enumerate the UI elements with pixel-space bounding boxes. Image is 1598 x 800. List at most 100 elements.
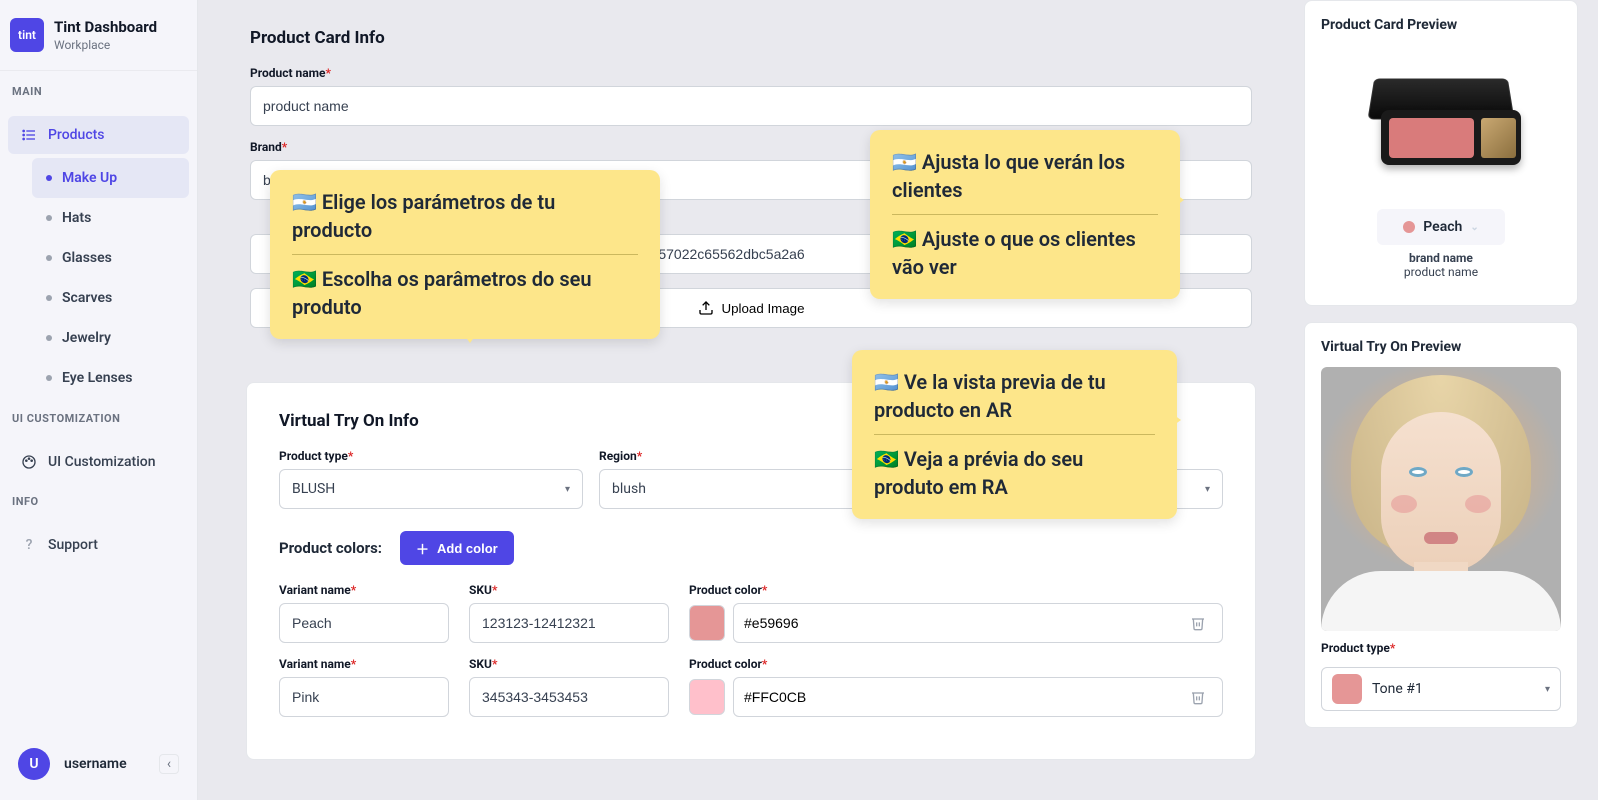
tone-swatch [1332, 674, 1362, 704]
variant-name-label: Variant name* [279, 657, 449, 671]
annotation-line: 🇦🇷 Ve la vista previa de tu producto en … [874, 368, 1155, 424]
avatar[interactable]: U [18, 748, 50, 780]
annotation-line: 🇧🇷 Ajuste o que os clientes vão ver [892, 225, 1158, 281]
variant-name-input[interactable] [279, 603, 449, 643]
tone-value: Tone #1 [1372, 681, 1535, 697]
bullet-icon [46, 375, 52, 381]
select-value: blush [612, 481, 646, 497]
product-colors-label: Product colors: [279, 539, 382, 557]
sku-input[interactable] [469, 603, 669, 643]
variant-name-label: Variant name* [279, 583, 449, 597]
annotation-params: 🇦🇷 Elige los parámetros de tu producto 🇧… [270, 170, 660, 339]
chip-dot-icon [1403, 221, 1415, 233]
plus-icon: ＋ [416, 539, 429, 558]
bullet-icon [46, 215, 52, 221]
sidebar-footer: U username ‹ [0, 736, 197, 792]
nav-ui-customization[interactable]: UI Customization [8, 443, 189, 481]
delete-variant-button[interactable] [1184, 689, 1212, 705]
chevron-down-icon: ▾ [1205, 484, 1210, 495]
chip-label: Peach [1423, 219, 1462, 235]
upload-icon [698, 300, 714, 316]
tone-select[interactable]: Tone #1 ▾ [1321, 667, 1561, 711]
color-hex-input[interactable] [744, 689, 1184, 705]
product-name-label: Product name* [250, 66, 1252, 80]
sub-eyelenses[interactable]: Eye Lenses [32, 358, 189, 398]
sidebar-header: tint Tint Dashboard Workplace [0, 0, 197, 71]
section-ui: UI CUSTOMIZATION [0, 398, 197, 433]
list-icon [20, 126, 38, 144]
color-swatch[interactable] [689, 605, 725, 641]
nav-ui-label: UI Customization [48, 454, 156, 470]
section-info: INFO [0, 481, 197, 516]
product-color-label: Product color* [689, 583, 1223, 597]
sub-jewelry[interactable]: Jewelry [32, 318, 189, 358]
bullet-icon [46, 295, 52, 301]
product-type-label: Product type* [279, 449, 583, 463]
sidebar: tint Tint Dashboard Workplace MAIN Produ… [0, 0, 198, 800]
palette-icon [20, 453, 38, 471]
sub-label: Make Up [62, 170, 117, 186]
preview-title: Product Card Preview [1321, 17, 1561, 33]
annotation-line: 🇧🇷 Veja a prévia do seu produto em RA [874, 445, 1155, 501]
annotation-line: 🇧🇷 Escolha os parâmetros do seu produto [292, 265, 638, 321]
sub-hats[interactable]: Hats [32, 198, 189, 238]
annotation-preview-vto: 🇦🇷 Ve la vista previa de tu producto en … [852, 350, 1177, 519]
sub-label: Glasses [62, 250, 112, 266]
section-title: Product Card Info [250, 28, 1252, 48]
app-subtitle: Workplace [54, 38, 157, 52]
bullet-icon [46, 255, 52, 261]
add-color-label: Add color [437, 541, 498, 556]
sku-label: SKU* [469, 657, 669, 671]
sku-input[interactable] [469, 677, 669, 717]
nav-products-label: Products [48, 127, 105, 143]
sub-scarves[interactable]: Scarves [32, 278, 189, 318]
bullet-icon [46, 335, 52, 341]
annotation-preview-card: 🇦🇷 Ajusta lo que verán los clientes 🇧🇷 A… [870, 130, 1180, 299]
product-name-input[interactable] [250, 86, 1252, 126]
add-color-button[interactable]: ＋ Add color [400, 531, 514, 565]
sub-label: Scarves [62, 290, 112, 306]
nav-support[interactable]: ? Support [8, 526, 189, 564]
nav-support-label: Support [48, 537, 98, 553]
section-main: MAIN [0, 71, 197, 106]
tone-product-type-label: Product type* [1321, 641, 1561, 655]
sub-label: Jewelry [62, 330, 111, 346]
select-value: BLUSH [292, 481, 335, 497]
annotation-line: 🇦🇷 Ajusta lo que verán los clientes [892, 148, 1158, 204]
vto-preview-title: Virtual Try On Preview [1321, 339, 1561, 355]
product-color-label: Product color* [689, 657, 1223, 671]
variant-row: Variant name* SKU* Product color* [279, 583, 1223, 643]
upload-label: Upload Image [722, 301, 805, 316]
product-image [1361, 55, 1521, 195]
tryon-image [1321, 367, 1561, 631]
bullet-icon [46, 175, 52, 181]
logo: tint [10, 18, 44, 52]
sub-label: Hats [62, 210, 91, 226]
question-icon: ? [20, 536, 38, 554]
chevron-down-icon: ▾ [565, 484, 570, 495]
color-swatch[interactable] [689, 679, 725, 715]
product-card-preview-panel: Product Card Preview Peach ⌄ brand [1304, 0, 1578, 306]
sub-label: Eye Lenses [62, 370, 132, 386]
product-type-select[interactable]: BLUSH ▾ [279, 469, 583, 509]
preview-product: product name [1404, 265, 1478, 279]
chevron-down-icon: ▾ [1545, 684, 1550, 695]
trash-icon [1190, 615, 1206, 631]
color-chip[interactable]: Peach ⌄ [1377, 209, 1504, 245]
collapse-sidebar-button[interactable]: ‹ [159, 754, 179, 774]
color-hex-input[interactable] [744, 615, 1184, 631]
chevron-down-icon: ⌄ [1470, 222, 1478, 233]
variant-row: Variant name* SKU* Product color* [279, 657, 1223, 717]
app-title: Tint Dashboard [54, 18, 157, 36]
vto-preview-panel: Virtual Try On Preview Product type* Ton… [1304, 322, 1578, 728]
annotation-line: 🇦🇷 Elige los parámetros de tu producto [292, 188, 638, 244]
delete-variant-button[interactable] [1184, 615, 1212, 631]
variant-name-input[interactable] [279, 677, 449, 717]
sub-makeup[interactable]: Make Up [32, 158, 189, 198]
sub-glasses[interactable]: Glasses [32, 238, 189, 278]
trash-icon [1190, 689, 1206, 705]
preview-brand: brand name [1404, 251, 1478, 265]
username: username [64, 756, 145, 772]
nav-products[interactable]: Products [8, 116, 189, 154]
sku-label: SKU* [469, 583, 669, 597]
